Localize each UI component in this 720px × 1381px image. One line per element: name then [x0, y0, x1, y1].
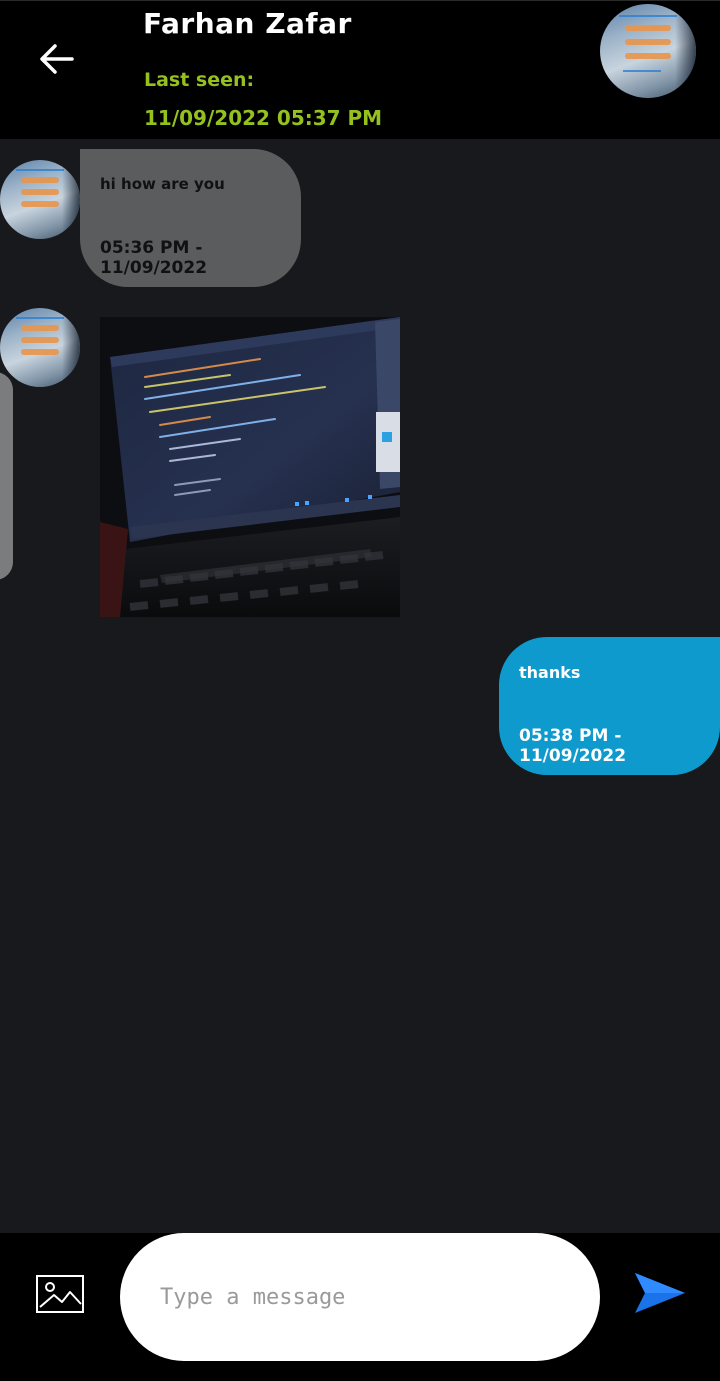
incoming-message-bubble[interactable]: hi how are you 05:36 PM - 11/09/2022 [80, 149, 301, 287]
sender-avatar [0, 308, 80, 387]
message-composer [0, 1233, 720, 1381]
attach-image-button[interactable] [36, 1275, 84, 1313]
back-button[interactable] [34, 39, 78, 79]
image-message[interactable] [100, 317, 400, 617]
contact-name[interactable]: Farhan Zafar [143, 7, 352, 40]
sender-avatar [0, 160, 80, 239]
partial-message-bubble [0, 372, 13, 580]
message-text: thanks [519, 663, 581, 682]
chat-header: Farhan Zafar Last seen: 11/09/2022 05:37… [0, 0, 720, 139]
image-icon [36, 1275, 84, 1313]
laptop-photo [100, 317, 400, 617]
outgoing-message-bubble[interactable]: thanks 05:38 PM - 11/09/2022 [499, 637, 720, 775]
send-button[interactable] [633, 1271, 687, 1315]
last-seen-label: Last seen: [144, 69, 255, 91]
message-timestamp: 05:38 PM - 11/09/2022 [519, 726, 627, 766]
arrow-left-icon [40, 44, 74, 74]
message-timestamp: 05:36 PM - 11/09/2022 [100, 238, 208, 278]
send-icon [635, 1273, 685, 1313]
contact-avatar[interactable] [600, 4, 696, 98]
message-text: hi how are you [100, 175, 225, 193]
last-seen-time: 11/09/2022 05:37 PM [144, 106, 383, 130]
message-input[interactable] [120, 1233, 600, 1361]
